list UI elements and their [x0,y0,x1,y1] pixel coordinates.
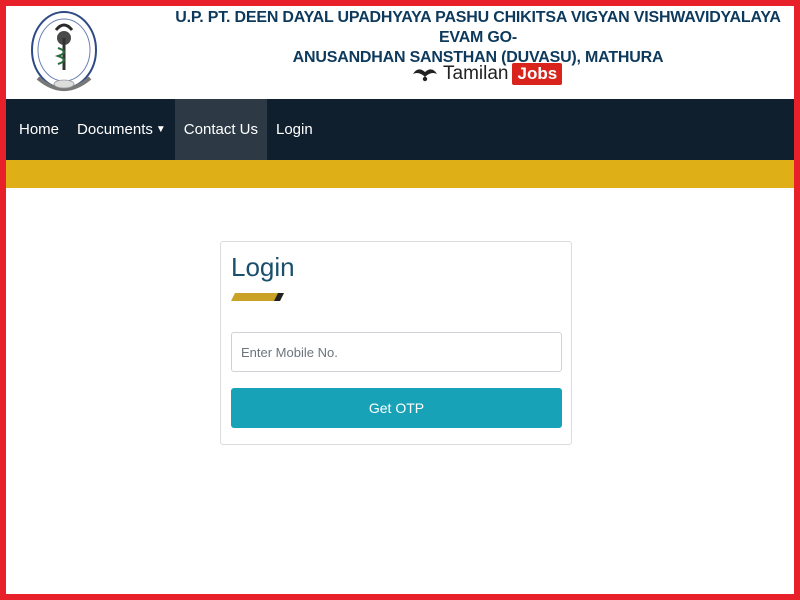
nav-item-label: Documents [77,121,153,138]
nav-item-label: Home [19,121,60,138]
mobile-number-input[interactable] [231,332,562,372]
nav-item-contact-us[interactable]: Contact Us [174,99,267,160]
site-header: U.P. PT. DEEN DAYAL UPADHYAYA PASHU CHIK… [6,6,794,99]
accent-band [6,160,794,188]
caret-down-icon: ▼ [155,124,166,135]
title-underline [231,293,284,301]
university-title: U.P. PT. DEEN DAYAL UPADHYAYA PASHU CHIK… [166,8,790,68]
tamilan-jobs-brand[interactable]: Tamilan Jobs [411,61,563,87]
brand-tamilan-text: Tamilan [443,63,509,84]
brand-jobs-text: Jobs [512,63,563,85]
get-otp-button[interactable]: Get OTP [231,388,562,428]
nav-item-label: Contact Us [183,121,258,138]
mustache-icon [413,69,437,82]
nav-item-login[interactable]: Login [267,99,322,160]
title-line-1: U.P. PT. DEEN DAYAL UPADHYAYA PASHU CHIK… [175,9,781,46]
university-logo[interactable] [28,8,100,98]
nav-item-documents[interactable]: Documents ▼ [68,99,175,160]
login-card: Login Get OTP [220,241,572,445]
login-title: Login [231,252,295,282]
main-navbar: Home Documents ▼ Contact Us Login [6,99,794,160]
nav-item-home[interactable]: Home [10,99,68,160]
nav-item-label: Login [276,121,313,138]
